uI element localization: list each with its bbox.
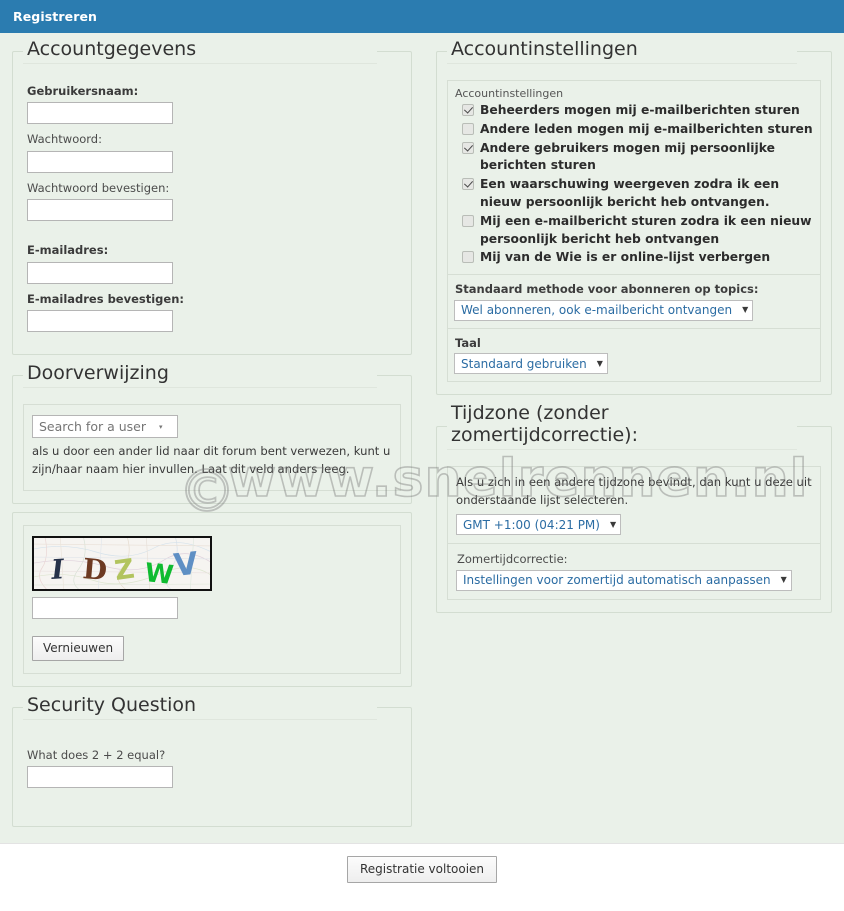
field-username-label: Gebruikersnaam: (27, 83, 139, 98)
setting-members-email-label: Andere leden mogen mij e-mailberichten s… (480, 121, 813, 136)
form-footer: Registratie voltooien (0, 843, 844, 895)
subscription-method-select[interactable]: Wel abonneren, ook e-mailbericht ontvang… (454, 299, 754, 321)
language-row: Taal Standaard gebruiken ▼ (448, 329, 820, 382)
language-select[interactable]: Standaard gebruiken ▼ (454, 353, 608, 375)
setting-hide-online[interactable]: Mij van de Wie is er online-lijst verber… (454, 249, 814, 267)
section-security-question-legend: Security Question (23, 694, 377, 720)
chevron-down-icon[interactable]: ▼ (595, 359, 603, 368)
dst-value: Instellingen voor zomertijd automatisch … (463, 573, 771, 588)
section-referral: Doorverwijzing ▾ als u door een ander li… (12, 363, 412, 505)
referral-search-input[interactable] (37, 418, 159, 436)
subscription-method-row: Standaard methode voor abonneren op topi… (448, 275, 820, 329)
setting-pm-email-notify[interactable]: Mij een e-mailbericht sturen zodra ik ee… (454, 213, 814, 249)
window-title: Registreren (13, 9, 98, 24)
password-confirm-input[interactable] (27, 199, 173, 222)
setting-pm-popup[interactable]: Een waarschuwing weergeven zodra ik een … (454, 176, 814, 212)
setting-admins-email-label: Beheerders mogen mij e-mailberichten stu… (480, 102, 800, 117)
language-label: Taal (455, 335, 481, 350)
timezone-value: GMT +1:00 (04:21 PM) (463, 517, 600, 532)
timezone-select-row: Als u zich in een andere tijdzone bevind… (448, 467, 820, 545)
chevron-down-icon[interactable]: ▼ (779, 576, 787, 584)
section-account-settings-legend: Accountinstellingen (447, 38, 797, 64)
setting-admins-email[interactable]: Beheerders mogen mij e-mailberichten stu… (454, 102, 814, 120)
right-column: Accountinstellingen Accountinstellingen … (424, 33, 844, 621)
svg-text:W: W (143, 558, 175, 589)
section-account-details: Accountgegevens Gebruikersnaam: Wachtwoo… (12, 38, 412, 356)
left-column: Accountgegevens Gebruikersnaam: Wachtwoo… (0, 33, 424, 835)
svg-text:D: D (81, 552, 108, 587)
password-input[interactable] (27, 150, 173, 173)
dst-label: Zomertijdcorrectie: (457, 552, 568, 567)
section-security-question: Security Question What does 2 + 2 equal? (12, 694, 412, 828)
checkbox-icon[interactable] (462, 103, 474, 116)
field-email-confirm-label: E-mailadres bevestigen: (27, 291, 184, 306)
svg-text:V: V (172, 546, 200, 584)
checkbox-icon[interactable] (462, 214, 474, 227)
checkbox-icon[interactable] (462, 178, 474, 191)
submit-registration-button[interactable]: Registratie voltooien (346, 855, 498, 883)
timezone-description: Als u zich in een andere tijdzone bevind… (456, 474, 812, 507)
field-password-confirm-label: Wachtwoord bevestigen: (27, 180, 170, 195)
section-account-settings: Accountinstellingen Accountinstellingen … (436, 38, 832, 396)
email-input[interactable] (27, 261, 173, 284)
referral-search-wrapper[interactable]: ▾ (32, 415, 178, 439)
checkbox-icon[interactable] (462, 251, 474, 264)
dst-select[interactable]: Instellingen voor zomertijd automatisch … (456, 569, 792, 591)
username-input[interactable] (27, 102, 173, 125)
language-value: Standaard gebruiken (461, 356, 587, 371)
timezone-panel: Als u zich in een andere tijdzone bevind… (447, 465, 821, 600)
dst-row: Zomertijdcorrectie: Instellingen voor zo… (448, 544, 820, 599)
section-timezone-legend: Tijdzone (zonder zomertijdcorrectie): (447, 402, 797, 450)
setting-hide-online-label: Mij van de Wie is er online-lijst verber… (480, 250, 771, 265)
captcha-image: I D Z W V (32, 536, 212, 592)
field-email-label: E-mailadres: (27, 243, 109, 258)
chevron-down-icon[interactable]: ▼ (740, 306, 748, 314)
two-column-layout: Accountgegevens Gebruikersnaam: Wachtwoo… (0, 33, 844, 835)
captcha-input[interactable] (32, 597, 178, 620)
section-account-details-legend: Accountgegevens (23, 38, 377, 64)
field-email: E-mailadres: (27, 243, 397, 284)
captcha-refresh-button[interactable]: Vernieuwen (32, 636, 125, 662)
referral-hint: als u door een ander lid naar dit forum … (32, 444, 391, 476)
registration-form-body: Accountgegevens Gebruikersnaam: Wachtwoo… (0, 33, 844, 844)
window-titlebar: Registreren (0, 0, 844, 33)
account-settings-caption: Accountinstellingen (455, 86, 564, 100)
account-settings-checkbox-group: Accountinstellingen Beheerders mogen mij… (448, 81, 820, 276)
subscription-method-label: Standaard methode voor abonneren op topi… (455, 282, 759, 297)
field-email-confirm: E-mailadres bevestigen: (27, 292, 397, 333)
security-answer-input[interactable] (27, 766, 173, 789)
checkbox-icon[interactable] (462, 141, 474, 154)
setting-members-email[interactable]: Andere leden mogen mij e-mailberichten s… (454, 121, 814, 139)
section-referral-legend: Doorverwijzing (23, 363, 377, 389)
email-confirm-input[interactable] (27, 310, 173, 333)
setting-pm-email-notify-label: Mij een e-mailbericht sturen zodra ik ee… (480, 213, 812, 246)
section-captcha: I D Z W V Vernieuwen (12, 512, 412, 688)
setting-pm-popup-label: Een waarschuwing weergeven zodra ik een … (480, 177, 780, 209)
chevron-down-icon[interactable]: ▼ (608, 520, 616, 529)
timezone-select[interactable]: GMT +1:00 (04:21 PM) ▼ (456, 514, 622, 536)
captcha-panel: I D Z W V Vernieuwen (23, 525, 401, 675)
field-password-confirm: Wachtwoord bevestigen: (27, 181, 397, 222)
captcha-svg: I D Z W V (34, 538, 210, 590)
setting-users-pm-label: Andere gebruikers mogen mij persoonlijke… (480, 140, 775, 173)
referral-panel: ▾ als u door een ander lid naar dit foru… (23, 404, 401, 492)
section-timezone: Tijdzone (zonder zomertijdcorrectie): Al… (436, 402, 832, 613)
account-settings-panel: Accountinstellingen Beheerders mogen mij… (447, 79, 821, 383)
account-details-fields: Gebruikersnaam: Wachtwoord: Wachtwoord b… (23, 70, 401, 343)
chevron-down-icon[interactable]: ▾ (159, 423, 164, 431)
registration-page: Registreren Accountgegevens Gebruikersna… (0, 0, 844, 911)
setting-users-pm[interactable]: Andere gebruikers mogen mij persoonlijke… (454, 140, 814, 176)
security-question-text: What does 2 + 2 equal? (27, 747, 166, 762)
field-username: Gebruikersnaam: (27, 84, 397, 125)
subscription-method-value: Wel abonneren, ook e-mailbericht ontvang… (461, 303, 733, 318)
security-question-body: What does 2 + 2 equal? (23, 726, 401, 815)
field-password-label: Wachtwoord: (27, 132, 102, 147)
field-password: Wachtwoord: (27, 132, 397, 173)
checkbox-icon[interactable] (462, 122, 474, 135)
